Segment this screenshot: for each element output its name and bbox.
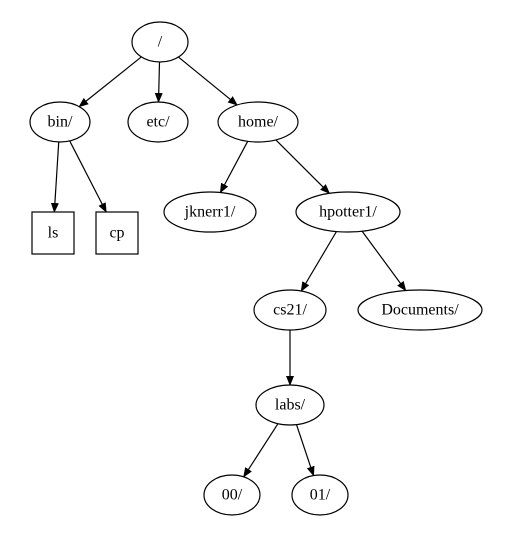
node-root-label: / <box>158 34 163 51</box>
node-l00: 00/ <box>204 475 260 515</box>
edge-hpotter1-cs21 <box>301 232 336 292</box>
edge-bin-ls <box>54 142 58 212</box>
edge-bin-cp <box>70 141 107 212</box>
edge-home-jknerr1 <box>220 141 247 192</box>
edge-home-hpotter1 <box>276 140 329 193</box>
node-l01: 01/ <box>292 475 348 515</box>
node-etc: etc/ <box>128 102 188 142</box>
node-home: home/ <box>218 102 298 142</box>
node-cp-label: cp <box>109 225 124 242</box>
node-l00-label: 00/ <box>222 487 243 504</box>
node-cs21: cs21/ <box>254 290 326 330</box>
edge-hpotter1-documents <box>362 231 406 290</box>
edge-root-etc <box>159 62 160 102</box>
node-ls: ls <box>32 212 74 254</box>
edge-labs-l01 <box>297 425 314 476</box>
node-cs21-label: cs21/ <box>273 302 307 319</box>
node-root: / <box>132 22 188 62</box>
node-hpotter1-label: hpotter1/ <box>319 204 377 221</box>
node-bin-label: bin/ <box>48 114 73 131</box>
node-labs: labs/ <box>256 385 324 425</box>
node-jknerr1-label: jknerr1/ <box>184 204 236 221</box>
node-l01-label: 01/ <box>310 487 331 504</box>
node-documents-label: Documents/ <box>381 302 459 319</box>
edge-labs-l00 <box>244 424 278 477</box>
node-documents: Documents/ <box>358 290 482 330</box>
node-home-label: home/ <box>238 114 279 131</box>
node-etc-label: etc/ <box>146 114 170 131</box>
node-labs-label: labs/ <box>275 397 306 414</box>
edge-root-bin <box>79 57 141 107</box>
node-ls-label: ls <box>48 225 59 242</box>
edge-root-home <box>178 57 237 105</box>
node-cp: cp <box>96 212 138 254</box>
node-jknerr1: jknerr1/ <box>164 192 256 232</box>
node-bin: bin/ <box>30 102 90 142</box>
filesystem-tree-diagram: / bin/etc/home/ls cp jknerr1/hpotter1/cs21/… <box>0 0 507 539</box>
node-hpotter1: hpotter1/ <box>296 192 400 232</box>
